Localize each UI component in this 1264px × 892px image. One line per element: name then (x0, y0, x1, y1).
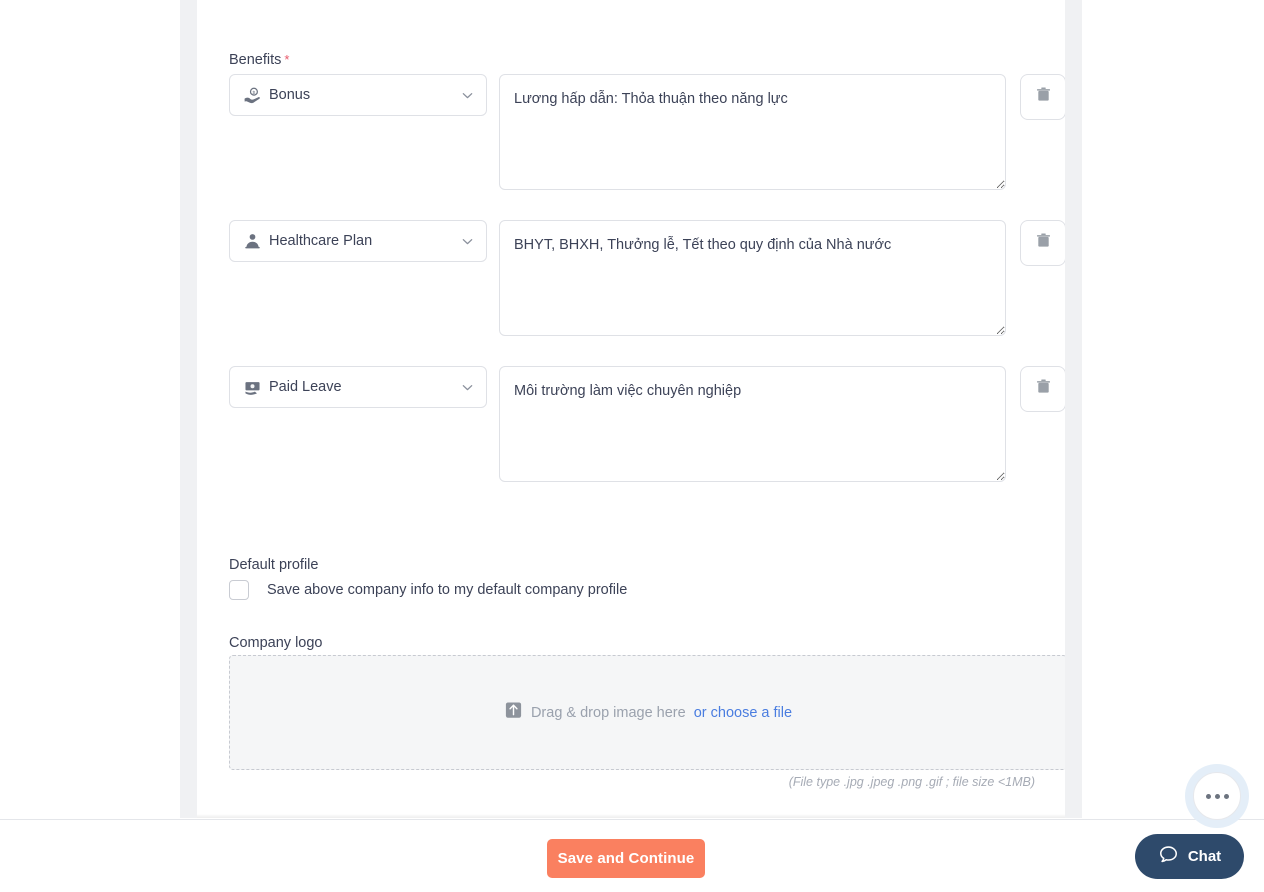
page-gutter-right (1065, 0, 1082, 818)
svg-text:$: $ (252, 89, 255, 95)
chat-launcher-label: Chat (1187, 848, 1222, 865)
benefit-description-input[interactable] (499, 220, 1006, 336)
banknote-icon (242, 377, 262, 397)
delete-benefit-button[interactable] (1020, 366, 1065, 412)
benefit-type-label: Bonus (269, 87, 311, 103)
chevron-down-icon (460, 88, 474, 102)
ellipsis-icon-dot (1223, 793, 1229, 799)
benefit-type-select-bonus[interactable]: $ Bonus (229, 74, 487, 116)
benefit-description-input[interactable] (499, 74, 1006, 190)
benefit-type-select-healthcare-plan[interactable]: Healthcare Plan (229, 220, 487, 262)
default-profile-checkbox[interactable] (229, 580, 249, 600)
chevron-down-icon (460, 234, 474, 248)
choose-file-link[interactable]: or choose a file (694, 705, 792, 721)
dropzone-text: Drag & drop image here (530, 704, 686, 721)
page-gutter-left (180, 0, 197, 818)
trash-icon (1035, 232, 1052, 254)
app-page: Benefits * $ Bonus Lương hấp dẫn: Thỏa t… (0, 0, 1264, 892)
speech-bubble-icon (1158, 844, 1179, 870)
form-panel: Benefits * $ Bonus Lương hấp dẫn: Thỏa t… (197, 0, 1065, 818)
upload-icon (504, 701, 523, 725)
company-logo-dropzone[interactable]: Drag & drop image here or choose a file (229, 655, 1065, 770)
company-logo-label: Company logo (229, 635, 323, 651)
benefit-type-label: Paid Leave (269, 379, 342, 395)
trash-icon (1035, 378, 1052, 400)
benefits-label: Benefits * (229, 51, 289, 69)
benefit-type-select-paid-leave[interactable]: Paid Leave (229, 366, 487, 408)
chevron-down-icon (460, 380, 474, 394)
panel-bottom-shadow (197, 814, 1065, 818)
file-type-hint: (File type .jpg .jpeg .png .gif ; file s… (788, 775, 1035, 789)
default-profile-checkbox-row[interactable]: Save above company info to my default co… (229, 580, 627, 600)
default-profile-label: Default profile (229, 557, 319, 573)
benefit-type-label: Healthcare Plan (269, 233, 373, 249)
save-and-continue-button[interactable]: Save and Continue (547, 839, 705, 878)
benefits-required-star: * (284, 52, 290, 67)
chat-more-options-button[interactable] (1193, 772, 1241, 820)
default-profile-checkbox-label: Save above company info to my default co… (267, 582, 628, 598)
benefits-label-text: Benefits (229, 52, 282, 68)
person-medical-icon (242, 231, 262, 251)
action-bar: Save and Continue (0, 820, 1264, 892)
delete-benefit-button[interactable] (1020, 74, 1065, 120)
trash-icon (1035, 86, 1052, 108)
dropzone-inner: Drag & drop image here or choose a file (504, 701, 792, 725)
chat-launcher-button[interactable]: Chat (1135, 834, 1244, 879)
ellipsis-icon-dot (1214, 793, 1220, 799)
benefit-description-input[interactable] (499, 366, 1006, 482)
delete-benefit-button[interactable] (1020, 220, 1065, 266)
ellipsis-icon-dot (1205, 793, 1211, 799)
hand-coin-icon: $ (242, 85, 262, 105)
